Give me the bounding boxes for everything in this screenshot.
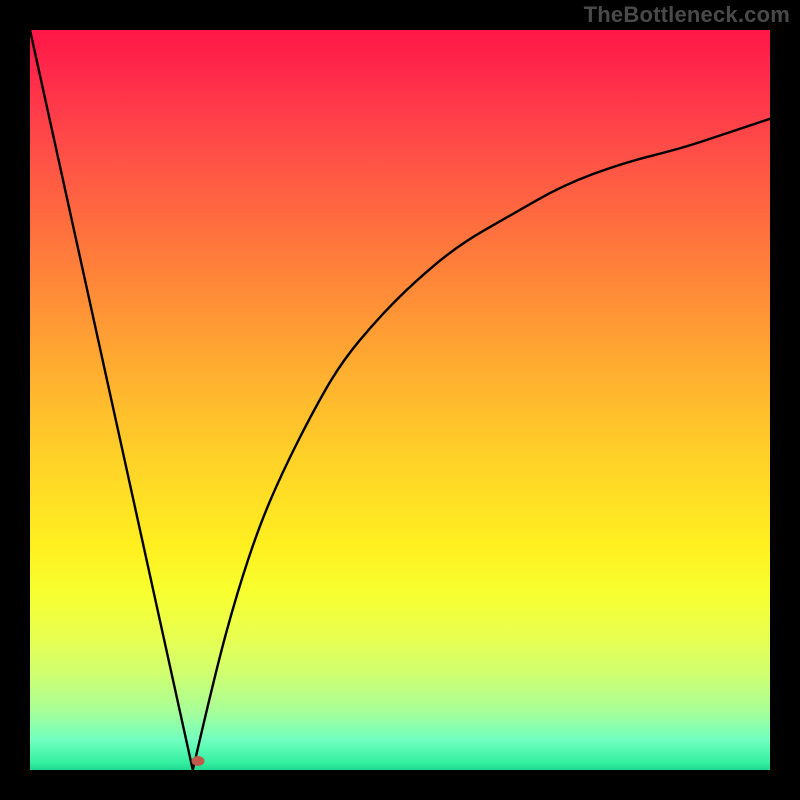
watermark-text: TheBottleneck.com bbox=[584, 2, 790, 28]
minimum-marker bbox=[192, 756, 205, 766]
bottleneck-curve bbox=[30, 30, 770, 770]
chart-frame: TheBottleneck.com bbox=[0, 0, 800, 800]
plot-area bbox=[30, 30, 770, 770]
curve-path bbox=[30, 30, 770, 770]
